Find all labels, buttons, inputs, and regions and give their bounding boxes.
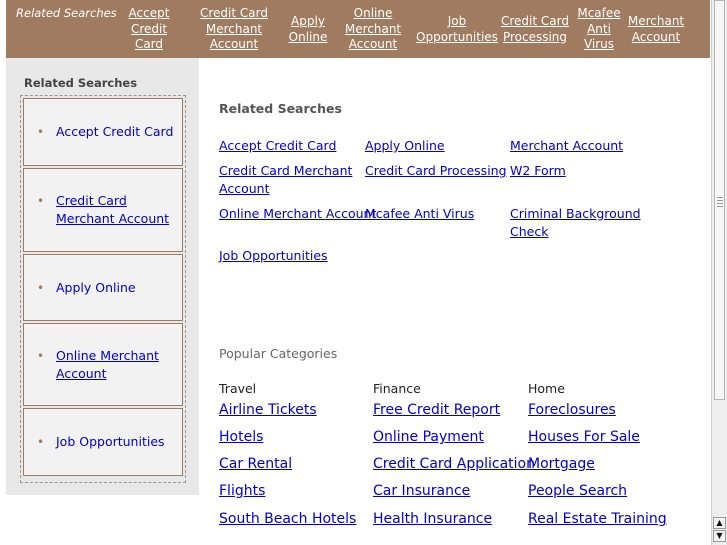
- grip-line: [717, 206, 723, 207]
- related-link[interactable]: Criminal Background Check: [510, 205, 645, 240]
- sidebar-item-credit-card-merchant-account[interactable]: • Credit Card Merchant Account: [23, 168, 183, 252]
- related-link[interactable]: Credit Card Merchant Account: [219, 162, 359, 197]
- grip-line: [717, 200, 723, 201]
- category-link[interactable]: Houses For Sale: [528, 429, 640, 445]
- category-heading-finance: Finance: [373, 381, 421, 396]
- sidebar-item-label: Accept Credit Card: [56, 124, 174, 139]
- category-link[interactable]: Online Payment: [373, 429, 484, 445]
- bullet-icon: •: [37, 125, 45, 139]
- topbar-link-merchant-account[interactable]: Merchant Account: [626, 14, 686, 45]
- sidebar-item-apply-online[interactable]: • Apply Online: [23, 254, 183, 321]
- category-link[interactable]: Hotels: [219, 429, 263, 445]
- left-sidebar: Related Searches • Accept Credit Card • …: [6, 58, 199, 495]
- topbar-intro: Related Searches: [16, 6, 117, 20]
- scroll-up-arrow-icon[interactable]: ▲: [713, 517, 726, 529]
- top-nav-bar: Related Searches Accept Credit Card Cred…: [6, 0, 710, 58]
- topbar-link-job-opportunities[interactable]: Job Opportunities: [414, 14, 500, 45]
- related-link[interactable]: Job Opportunities: [219, 247, 328, 265]
- topbar-link-online-merchant-account[interactable]: Online Merchant Account: [340, 6, 406, 53]
- bullet-icon: •: [37, 349, 45, 363]
- grip-line: [717, 203, 723, 204]
- category-link[interactable]: People Search: [528, 483, 627, 499]
- sidebar-item-online-merchant-account[interactable]: • Online Merchant Account: [23, 323, 183, 406]
- sidebar-item-job-opportunities[interactable]: • Job Opportunities: [23, 408, 183, 476]
- category-heading-home: Home: [528, 381, 565, 396]
- category-link[interactable]: Car Rental: [219, 456, 292, 472]
- sidebar-item-label: Apply Online: [56, 280, 136, 295]
- sidebar-item-label: Credit Card Merchant Account: [56, 193, 170, 226]
- category-link[interactable]: South Beach Hotels: [219, 511, 356, 527]
- grip-line: [717, 197, 723, 198]
- related-link[interactable]: Apply Online: [365, 137, 445, 155]
- related-searches-heading: Related Searches: [219, 101, 342, 116]
- category-link[interactable]: Mortgage: [528, 456, 595, 472]
- topbar-link-mcafee-anti-virus[interactable]: Mcafee Anti Virus: [574, 6, 624, 53]
- scroll-down-arrow-icon[interactable]: ▼: [713, 530, 726, 542]
- related-link[interactable]: W2 Form: [510, 162, 566, 180]
- bullet-icon: •: [37, 194, 45, 208]
- category-link[interactable]: Credit Card Application: [373, 456, 535, 472]
- related-link[interactable]: Merchant Account: [510, 137, 623, 155]
- category-heading-travel: Travel: [219, 381, 257, 396]
- scrollbar-thumb[interactable]: [714, 0, 725, 400]
- vertical-scrollbar[interactable]: ▲ ▼: [711, 0, 727, 545]
- related-link[interactable]: Mcafee Anti Virus: [365, 205, 474, 223]
- category-link[interactable]: Free Credit Report: [373, 402, 500, 418]
- bullet-icon: •: [37, 281, 45, 295]
- sidebar-title: Related Searches: [24, 76, 138, 90]
- category-link[interactable]: Flights: [219, 483, 265, 499]
- topbar-link-credit-card-processing[interactable]: Credit Card Processing: [500, 14, 570, 45]
- bullet-icon: •: [37, 435, 45, 449]
- topbar-link-apply-online[interactable]: Apply Online: [285, 14, 331, 45]
- category-link[interactable]: Health Insurance: [373, 511, 492, 527]
- popular-categories-heading: Popular Categories: [219, 346, 338, 361]
- topbar-link-credit-card-merchant-account[interactable]: Credit Card Merchant Account: [196, 6, 272, 53]
- category-link[interactable]: Real Estate Training: [528, 511, 667, 527]
- topbar-link-accept-credit-card[interactable]: Accept Credit Card: [123, 6, 175, 53]
- sidebar-item-label: Online Merchant Account: [56, 348, 159, 381]
- related-link[interactable]: Online Merchant Account: [219, 205, 376, 223]
- sidebar-item-label: Job Opportunities: [56, 434, 165, 449]
- related-link[interactable]: Accept Credit Card: [219, 137, 336, 155]
- related-link[interactable]: Credit Card Processing: [365, 162, 507, 180]
- category-link[interactable]: Airline Tickets: [219, 402, 317, 418]
- category-link[interactable]: Car Insurance: [373, 483, 470, 499]
- sidebar-item-accept-credit-card[interactable]: • Accept Credit Card: [23, 98, 183, 166]
- category-link[interactable]: Foreclosures: [528, 402, 616, 418]
- sidebar-list: • Accept Credit Card • Credit Card Merch…: [20, 95, 186, 483]
